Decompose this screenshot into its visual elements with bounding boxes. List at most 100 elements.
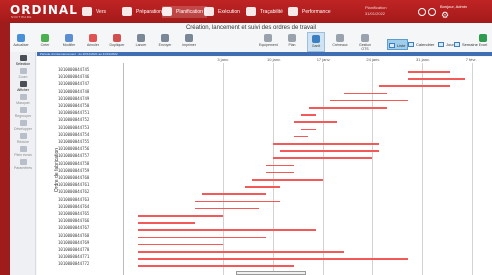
- gantt-bar[interactable]: [280, 150, 380, 152]
- gantt-bar[interactable]: [294, 121, 337, 123]
- view-calendar-button[interactable]: Calendrier: [407, 39, 436, 50]
- app-logo-subtitle: SOFTWARE: [11, 15, 32, 19]
- gantt-bar[interactable]: [301, 114, 316, 116]
- gantt-bar[interactable]: [138, 229, 316, 231]
- fullscreen-icon: [19, 146, 27, 152]
- ots-icon: [361, 34, 369, 42]
- calendar-icon: [408, 42, 414, 47]
- nav-label: Performance: [302, 9, 331, 15]
- button-label: Dupliquer: [109, 43, 125, 47]
- gantt-bar[interactable]: [138, 258, 408, 260]
- gantt-bar[interactable]: [138, 251, 344, 253]
- print-icon: [185, 34, 193, 42]
- gantt-bar[interactable]: [294, 135, 309, 138]
- expand-icon: [19, 120, 27, 126]
- week-view-icon: [454, 42, 460, 47]
- create-button[interactable]: Créer: [36, 32, 54, 52]
- sidebar-item-display[interactable]: Afficher: [10, 81, 36, 92]
- equipment-button[interactable]: Equipement: [259, 32, 278, 52]
- gantt-bar[interactable]: [407, 71, 451, 73]
- gantt-bar[interactable]: [194, 200, 281, 203]
- gantt-bar[interactable]: [138, 222, 195, 224]
- gantt-bar[interactable]: [301, 128, 316, 131]
- excel-export-button[interactable]: Excel: [474, 32, 492, 52]
- button-label: Créer: [40, 43, 50, 47]
- button-label: Créneaux: [332, 43, 348, 47]
- gantt-bar[interactable]: [138, 215, 224, 217]
- x-tick-label: 10 janv.: [267, 57, 281, 62]
- execution-icon: [204, 7, 214, 16]
- gantt-bar[interactable]: [273, 157, 373, 159]
- row-label: 1010000044755: [58, 139, 90, 144]
- left-sidebar: Sélection Zoom Afficher Masquer Regrouper Dév…: [10, 52, 36, 275]
- gear-icon[interactable]: ⚙: [441, 11, 450, 20]
- launch-button[interactable]: Lancer: [132, 32, 150, 52]
- gantt-bar[interactable]: [138, 265, 295, 267]
- sidebar-item-zoom[interactable]: Zoom: [10, 68, 36, 79]
- gantt-button[interactable]: Gantt: [307, 32, 325, 52]
- list-view-icon: [389, 43, 395, 48]
- gantt-bar[interactable]: [273, 143, 380, 145]
- row-label: 1010000044769: [58, 239, 90, 245]
- row-label: 1010000044745: [58, 67, 90, 72]
- gantt-bar[interactable]: [379, 85, 451, 87]
- refresh-button[interactable]: Actualiser: [12, 32, 30, 52]
- help-icon[interactable]: [428, 8, 436, 16]
- gantt-bar[interactable]: [194, 207, 259, 210]
- gantt-bar[interactable]: [138, 236, 266, 239]
- view-list-button[interactable]: Liste: [387, 39, 409, 50]
- row-label: 1010000044753: [58, 124, 90, 130]
- gantt-bar[interactable]: [138, 243, 224, 246]
- gantt-bar[interactable]: [202, 193, 266, 195]
- select-icon: [19, 55, 27, 61]
- sidebar-item-fullscreen[interactable]: Plein écran: [10, 146, 36, 157]
- ots-button[interactable]: Gestion OTS: [355, 32, 375, 52]
- sidebar-item-select[interactable]: Sélection: [10, 55, 36, 66]
- sidebar-item-label: Plein écran: [14, 153, 32, 157]
- sidebar-item-settings[interactable]: Paramètres: [10, 159, 36, 170]
- send-button[interactable]: Envoyer: [156, 32, 174, 52]
- equipment-icon: [264, 34, 272, 42]
- user-info[interactable]: Bonjour, Admin: [440, 4, 467, 9]
- print-button[interactable]: Imprimer: [180, 32, 198, 52]
- gridline: [422, 63, 424, 275]
- x-tick-label: 17 janv.: [316, 57, 331, 62]
- cancel-button[interactable]: Annuler: [84, 32, 102, 52]
- row-label: 1010000044758: [58, 160, 90, 166]
- x-tick-label: 31 janv.: [416, 57, 430, 62]
- duplicate-button[interactable]: Dupliquer: [108, 32, 126, 52]
- plan-button[interactable]: Plan: [283, 32, 301, 52]
- gantt-bar[interactable]: [343, 92, 387, 95]
- planning-icon: [162, 7, 172, 16]
- row-label: 1010000044751: [58, 110, 90, 116]
- horizontal-scrollbar[interactable]: [236, 271, 306, 275]
- slots-button[interactable]: Créneaux: [331, 32, 349, 52]
- gantt-bar[interactable]: [329, 99, 408, 102]
- row-label: 1010000044764: [58, 203, 90, 209]
- sidebar-item-collapse[interactable]: Réduire: [10, 133, 36, 144]
- nav-item-preparation[interactable]: Préparation: [122, 6, 162, 18]
- performance-icon: [288, 7, 298, 16]
- nav-item-tracabilite[interactable]: Traçabilité: [246, 6, 283, 18]
- gantt-bar[interactable]: [244, 186, 281, 188]
- gantt-bar[interactable]: [308, 107, 387, 109]
- gantt-bar[interactable]: [407, 78, 465, 80]
- row-label: 1010000044757: [58, 153, 90, 159]
- nav-item-execution[interactable]: Exécution: [204, 6, 240, 18]
- sidebar-item-label: Afficher: [17, 88, 29, 92]
- gantt-bar[interactable]: [251, 179, 323, 181]
- sidebar-item-group[interactable]: Regrouper: [10, 107, 36, 118]
- gantt-plot-area[interactable]: 3 janv. 10 janv. 17 janv. 24 janv. 31 janv. 7…: [123, 57, 492, 275]
- gantt-bar[interactable]: [265, 171, 295, 174]
- nav-item-performance[interactable]: Performance: [288, 6, 331, 18]
- row-label: 1010000044772: [58, 261, 90, 267]
- edit-button[interactable]: Modifier: [60, 32, 78, 52]
- button-label: Modifier: [62, 43, 76, 47]
- gantt-bar[interactable]: [265, 164, 295, 167]
- sidebar-item-expand[interactable]: Développer: [10, 120, 36, 131]
- sidebar-item-hide[interactable]: Masquer: [10, 94, 36, 105]
- row-label: 1010000044746: [58, 74, 90, 80]
- notification-icon[interactable]: [418, 8, 426, 16]
- nav-item-vers[interactable]: Vers: [82, 6, 106, 18]
- nav-item-planification[interactable]: Planification: [162, 6, 207, 18]
